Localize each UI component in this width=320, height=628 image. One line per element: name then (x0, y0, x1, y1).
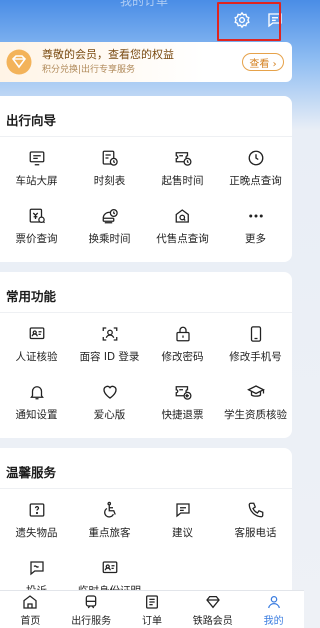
diamond-icon (205, 596, 220, 609)
bottom-tab-bar: 首页 出行服务 订单 铁路会员 我的 (0, 590, 304, 628)
complaint-icon (29, 561, 44, 576)
grid-item-id-verify[interactable]: 人证核验 (0, 313, 73, 371)
grid-item-love-version[interactable]: 爱心版 (73, 371, 146, 429)
home-icon (23, 595, 38, 609)
suggestion-icon (175, 503, 190, 518)
timetable-icon (102, 150, 118, 166)
top-bar (0, 0, 304, 41)
grid-item-student-verify[interactable]: 学生资质核验 (219, 371, 292, 429)
tab-mine[interactable]: 我的 (243, 591, 304, 628)
grid-item-delay-query[interactable]: 正晚点查询 (219, 137, 292, 195)
agency-query-icon (175, 209, 189, 223)
bell-icon (29, 386, 44, 400)
temp-id-icon (102, 561, 117, 574)
member-subtitle: 积分兑换|出行专享服务 (42, 65, 136, 75)
warm-service-card: 温馨服务 遗失物品 重点旅客 建议 客服电话 投诉 临时身份证明 (0, 448, 292, 598)
more-icon (248, 214, 263, 218)
grid-item-change-password[interactable]: 修改密码 (146, 313, 219, 371)
grid-item-station-screen[interactable]: 车站大屏 (0, 137, 73, 195)
tab-home[interactable]: 首页 (0, 591, 61, 628)
tab-railway-member[interactable]: 铁路会员 (182, 591, 243, 628)
grid-item-quick-refund[interactable]: 快捷退票 (146, 371, 219, 429)
grid-item-change-phone[interactable]: 修改手机号 (219, 313, 292, 371)
graduation-cap-icon (246, 385, 265, 397)
grid-item-agency-query[interactable]: 代售点查询 (146, 195, 219, 253)
lock-icon (175, 326, 190, 342)
phone-icon (250, 326, 261, 342)
highlight-box (217, 2, 281, 41)
section-title: 常用功能 (6, 289, 57, 304)
grid-item-fare-query[interactable]: 票价查询 (0, 195, 73, 253)
refund-ticket-icon (175, 386, 192, 400)
fare-query-icon (29, 208, 45, 224)
wheelchair-icon (103, 501, 116, 518)
view-benefits-button[interactable]: 查看 › (242, 53, 284, 71)
grid-item-suggestion[interactable]: 建议 (146, 489, 219, 547)
grid-item-service-phone[interactable]: 客服电话 (219, 489, 292, 547)
transfer-time-icon (102, 208, 118, 224)
grid-item-notification[interactable]: 通知设置 (0, 371, 73, 429)
travel-guide-card: 出行向导 车站大屏 时刻表 起售时间 正晚点查询 票价查询 换乘时间 代售点查询… (0, 96, 292, 262)
sale-time-icon (175, 152, 192, 166)
phone-call-icon (248, 502, 263, 518)
grid-item-more[interactable]: 更多 (219, 195, 292, 253)
member-card[interactable]: 尊敬的会员，查看您的权益 积分兑换|出行专享服务 查看 › (0, 42, 292, 82)
clock-icon (248, 150, 263, 166)
lost-item-icon (29, 503, 44, 517)
section-title: 出行向导 (6, 113, 57, 128)
member-title: 尊敬的会员，查看您的权益 (42, 48, 174, 61)
station-screen-icon (29, 151, 44, 166)
section-title: 温馨服务 (6, 465, 57, 480)
member-diamond-icon (6, 49, 32, 75)
heart-icon (102, 385, 117, 399)
grid-item-key-passengers[interactable]: 重点旅客 (73, 489, 146, 547)
grid-item-timetable[interactable]: 时刻表 (73, 137, 146, 195)
common-functions-card: 常用功能 人证核验 面容 ID 登录 修改密码 修改手机号 通知设置 爱心版 快… (0, 272, 292, 438)
grid-item-sale-time[interactable]: 起售时间 (146, 137, 219, 195)
user-icon (267, 596, 280, 609)
grid-item-lost-items[interactable]: 遗失物品 (0, 489, 73, 547)
grid-item-transfer-time[interactable]: 换乘时间 (73, 195, 146, 253)
grid-item-face-id[interactable]: 面容 ID 登录 (73, 313, 146, 371)
id-verify-icon (29, 327, 44, 340)
order-icon (146, 595, 158, 609)
tab-travel-service[interactable]: 出行服务 (61, 591, 122, 628)
train-icon (85, 595, 97, 609)
tab-orders[interactable]: 订单 (122, 591, 183, 628)
face-id-icon (102, 327, 117, 341)
